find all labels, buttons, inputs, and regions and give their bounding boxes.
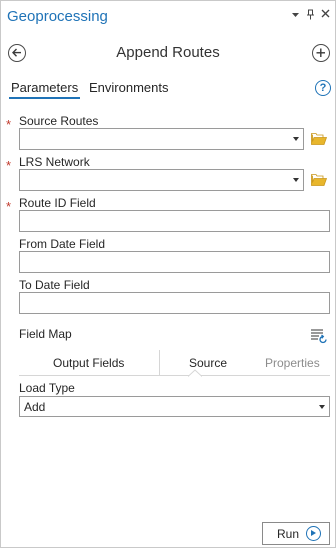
close-icon[interactable] <box>321 9 330 21</box>
source-routes-label: Source Routes <box>19 114 99 128</box>
folder-icon[interactable] <box>311 174 327 186</box>
source-routes-dropdown[interactable] <box>19 128 304 150</box>
tab-parameters[interactable]: Parameters <box>11 80 78 95</box>
play-icon <box>306 526 321 541</box>
active-tab-indicator <box>9 97 80 99</box>
add-button[interactable] <box>312 44 330 62</box>
pane-titlebar: Geoprocessing <box>1 1 335 31</box>
tab-source[interactable]: Source <box>189 356 227 370</box>
required-marker: * <box>6 158 12 173</box>
field-map-tabs: Output Fields Source Properties <box>19 350 330 377</box>
tab-environments[interactable]: Environments <box>89 80 168 95</box>
divider <box>159 350 160 376</box>
run-button[interactable]: Run <box>262 522 330 545</box>
to-date-field-label: To Date Field <box>19 278 90 292</box>
load-type-label: Load Type <box>19 381 75 395</box>
from-date-field-input[interactable] <box>19 251 330 273</box>
chevron-down-icon <box>319 405 325 409</box>
run-label: Run <box>277 527 300 541</box>
field-map-label: Field Map <box>19 327 72 341</box>
chevron-down-icon <box>293 137 299 141</box>
pane-menu-icon[interactable] <box>291 9 300 22</box>
tool-title: Append Routes <box>116 44 220 61</box>
route-id-field-input[interactable] <box>19 210 330 232</box>
folder-icon[interactable] <box>311 133 327 145</box>
chevron-down-icon <box>293 178 299 182</box>
route-id-field-label: Route ID Field <box>19 196 96 210</box>
required-marker: * <box>6 199 12 214</box>
field-map-reset-icon[interactable] <box>310 327 328 345</box>
to-date-field-input[interactable] <box>19 292 330 314</box>
required-marker: * <box>6 117 12 132</box>
lrs-network-label: LRS Network <box>19 155 90 169</box>
tab-output-fields[interactable]: Output Fields <box>53 356 124 370</box>
pin-icon[interactable] <box>306 9 315 23</box>
lrs-network-dropdown[interactable] <box>19 169 304 191</box>
load-type-value: Add <box>24 400 46 414</box>
geoprocessing-pane: Geoprocessing Append Routes Parameters E… <box>0 0 336 548</box>
caret-up-icon <box>188 369 202 377</box>
tab-properties[interactable]: Properties <box>265 356 320 370</box>
help-icon[interactable]: ? <box>315 80 331 96</box>
load-type-dropdown[interactable]: Add <box>19 396 330 417</box>
pane-title: Geoprocessing <box>7 8 108 25</box>
from-date-field-label: From Date Field <box>19 237 106 251</box>
add-icon <box>316 48 325 57</box>
